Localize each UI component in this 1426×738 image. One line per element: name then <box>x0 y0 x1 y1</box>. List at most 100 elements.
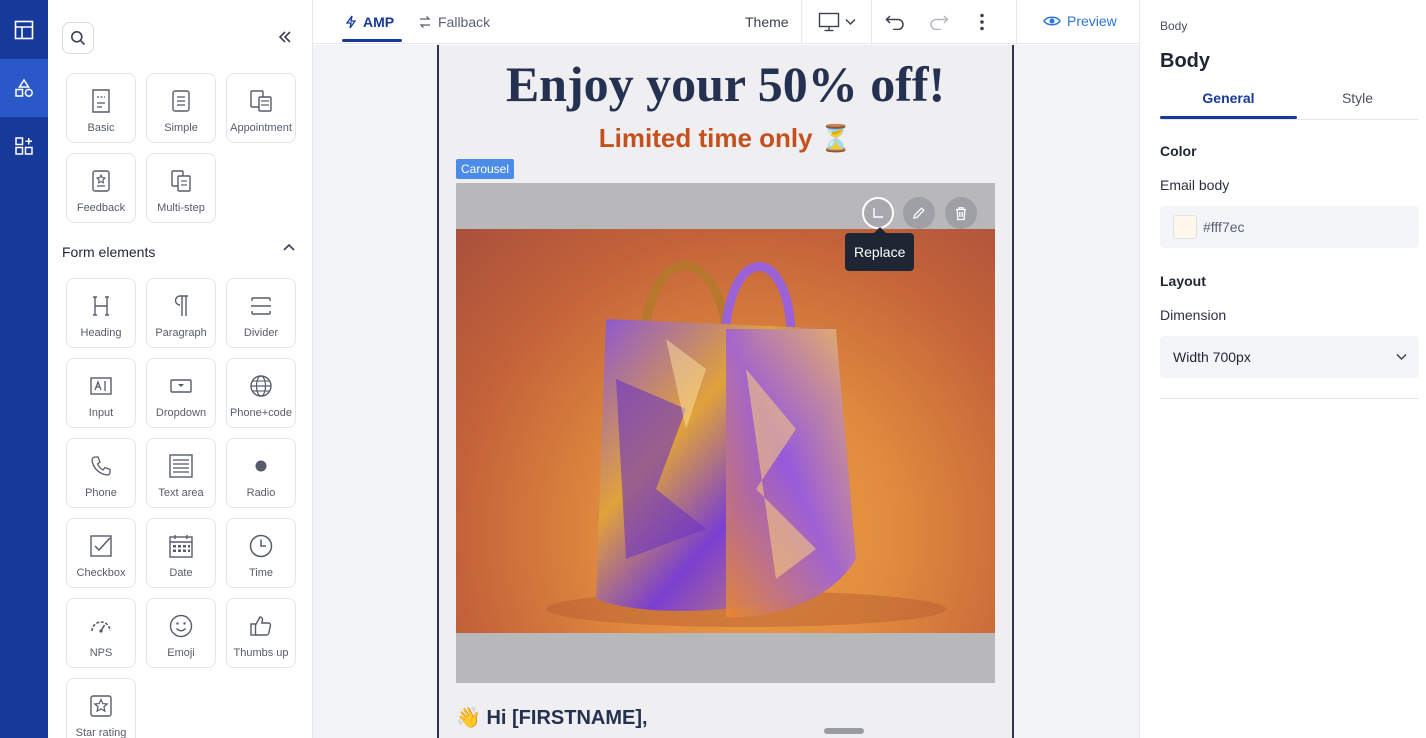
active-tab-indicator <box>1160 116 1297 119</box>
tile-label: Star rating <box>75 727 127 738</box>
tile-label: Emoji <box>167 647 195 659</box>
tile-label: Dropdown <box>155 407 207 419</box>
calendar-icon <box>169 535 193 558</box>
element-heading[interactable]: Heading <box>66 278 136 348</box>
rail-layout-button[interactable] <box>0 1 48 59</box>
editor-toolbar: AMP Fallback Theme Preview <box>313 0 1139 44</box>
dimension-select[interactable]: Width 700px <box>1160 336 1419 378</box>
replace-image-button[interactable] <box>862 197 894 229</box>
redo-button[interactable] <box>927 10 951 34</box>
tab-style[interactable]: Style <box>1289 90 1426 106</box>
simple-form-icon <box>172 90 190 112</box>
lightning-icon <box>345 15 357 29</box>
color-value: #fff7ec <box>1203 219 1245 235</box>
element-time[interactable]: Time <box>226 518 296 588</box>
element-paragraph[interactable]: Paragraph <box>146 278 216 348</box>
trash-icon <box>956 206 966 220</box>
tile-label: Feedback <box>76 202 126 214</box>
paragraph-icon <box>174 295 188 316</box>
element-divider[interactable]: Divider <box>226 278 296 348</box>
element-nps[interactable]: NPS <box>66 598 136 668</box>
checkbox-icon <box>90 535 112 557</box>
swap-arrows-icon <box>419 16 431 28</box>
preview-button[interactable]: Preview <box>1043 13 1117 29</box>
email-greeting[interactable]: 👋 Hi [FIRSTNAME], <box>456 705 648 730</box>
search-button[interactable] <box>62 22 94 54</box>
tab-amp[interactable]: AMP <box>342 0 403 44</box>
tile-label: Simple <box>164 122 198 134</box>
tab-general[interactable]: General <box>1160 90 1297 106</box>
email-body[interactable]: Enjoy your 50% off! Limited time only ⏳ … <box>437 45 1014 738</box>
shapes-icon <box>15 78 33 97</box>
tab-fallback[interactable]: Fallback <box>418 0 490 44</box>
rail-apps-button[interactable] <box>0 117 48 175</box>
theme-button[interactable]: Theme <box>745 14 789 30</box>
left-rail <box>0 0 54 738</box>
element-date[interactable]: Date <box>146 518 216 588</box>
desktop-icon <box>818 12 840 32</box>
more-options-button[interactable] <box>972 10 992 34</box>
input-icon <box>90 377 112 395</box>
edit-image-button[interactable] <box>903 197 935 229</box>
email-body-color-field[interactable]: #fff7ec <box>1160 206 1419 248</box>
tile-label: Radio <box>246 487 276 499</box>
multi-step-icon <box>171 170 191 192</box>
resize-handle[interactable] <box>824 728 864 734</box>
element-radio[interactable]: Radio <box>226 438 296 508</box>
tile-label: Paragraph <box>155 327 207 339</box>
device-selector[interactable] <box>815 10 859 34</box>
basic-form-icon <box>92 89 110 113</box>
color-section-heading: Color <box>1160 143 1197 159</box>
template-appointment[interactable]: Appointment <box>226 73 296 143</box>
element-phone[interactable]: Phone <box>66 438 136 508</box>
template-feedback[interactable]: Feedback <box>66 153 136 223</box>
product-bag-image <box>546 261 946 627</box>
breadcrumb: Body <box>1160 19 1188 33</box>
color-swatch[interactable] <box>1173 215 1197 239</box>
element-dropdown[interactable]: Dropdown <box>146 358 216 428</box>
carousel-block[interactable]: Replace <box>456 183 995 683</box>
dimension-label: Dimension <box>1160 307 1227 323</box>
template-basic[interactable]: Basic <box>66 73 136 143</box>
properties-title: Body <box>1160 50 1210 72</box>
element-phone-code[interactable]: Phone+code <box>226 358 296 428</box>
form-elements-toggle[interactable] <box>280 238 298 256</box>
form-elements-heading: Form elements <box>62 244 156 260</box>
dimension-value: Width 700px <box>1173 349 1251 365</box>
components-panel: Basic Simple Appointment Feedback Multi-… <box>48 0 313 738</box>
preview-label: Preview <box>1067 13 1117 29</box>
dropdown-icon <box>170 379 192 393</box>
replace-icon <box>873 208 883 218</box>
element-text-area[interactable]: Text area <box>146 438 216 508</box>
rail-components-button[interactable] <box>0 59 54 117</box>
globe-icon <box>250 375 272 397</box>
element-input[interactable]: Input <box>66 358 136 428</box>
toolbar-divider <box>801 0 802 44</box>
email-headline[interactable]: Enjoy your 50% off! <box>439 55 1012 113</box>
heading-icon <box>93 296 109 316</box>
smiley-icon <box>169 614 193 638</box>
star-icon <box>90 695 112 717</box>
tab-fallback-label: Fallback <box>438 14 491 30</box>
carousel-image[interactable] <box>456 229 995 633</box>
email-subheadline[interactable]: Limited time only ⏳ <box>439 123 1012 154</box>
toolbar-divider <box>871 0 872 44</box>
pencil-icon <box>913 207 925 219</box>
template-multi-step[interactable]: Multi-step <box>146 153 216 223</box>
element-star-rating[interactable]: Star rating <box>66 678 136 738</box>
delete-image-button[interactable] <box>945 197 977 229</box>
appointment-icon <box>250 90 272 112</box>
element-thumbs-up[interactable]: Thumbs up <box>226 598 296 668</box>
template-simple[interactable]: Simple <box>146 73 216 143</box>
tile-label: Heading <box>80 327 122 339</box>
properties-panel: Body Body General Style Color Email body… <box>1139 0 1426 738</box>
undo-button[interactable] <box>883 10 907 34</box>
tooltip-text: Replace <box>854 244 906 260</box>
element-emoji[interactable]: Emoji <box>146 598 216 668</box>
collapse-panel-button[interactable] <box>274 26 296 48</box>
chevron-up-icon <box>283 243 295 251</box>
element-checkbox[interactable]: Checkbox <box>66 518 136 588</box>
replace-tooltip: Replace <box>845 227 915 271</box>
tile-label: Basic <box>87 122 115 134</box>
search-icon <box>71 31 86 46</box>
